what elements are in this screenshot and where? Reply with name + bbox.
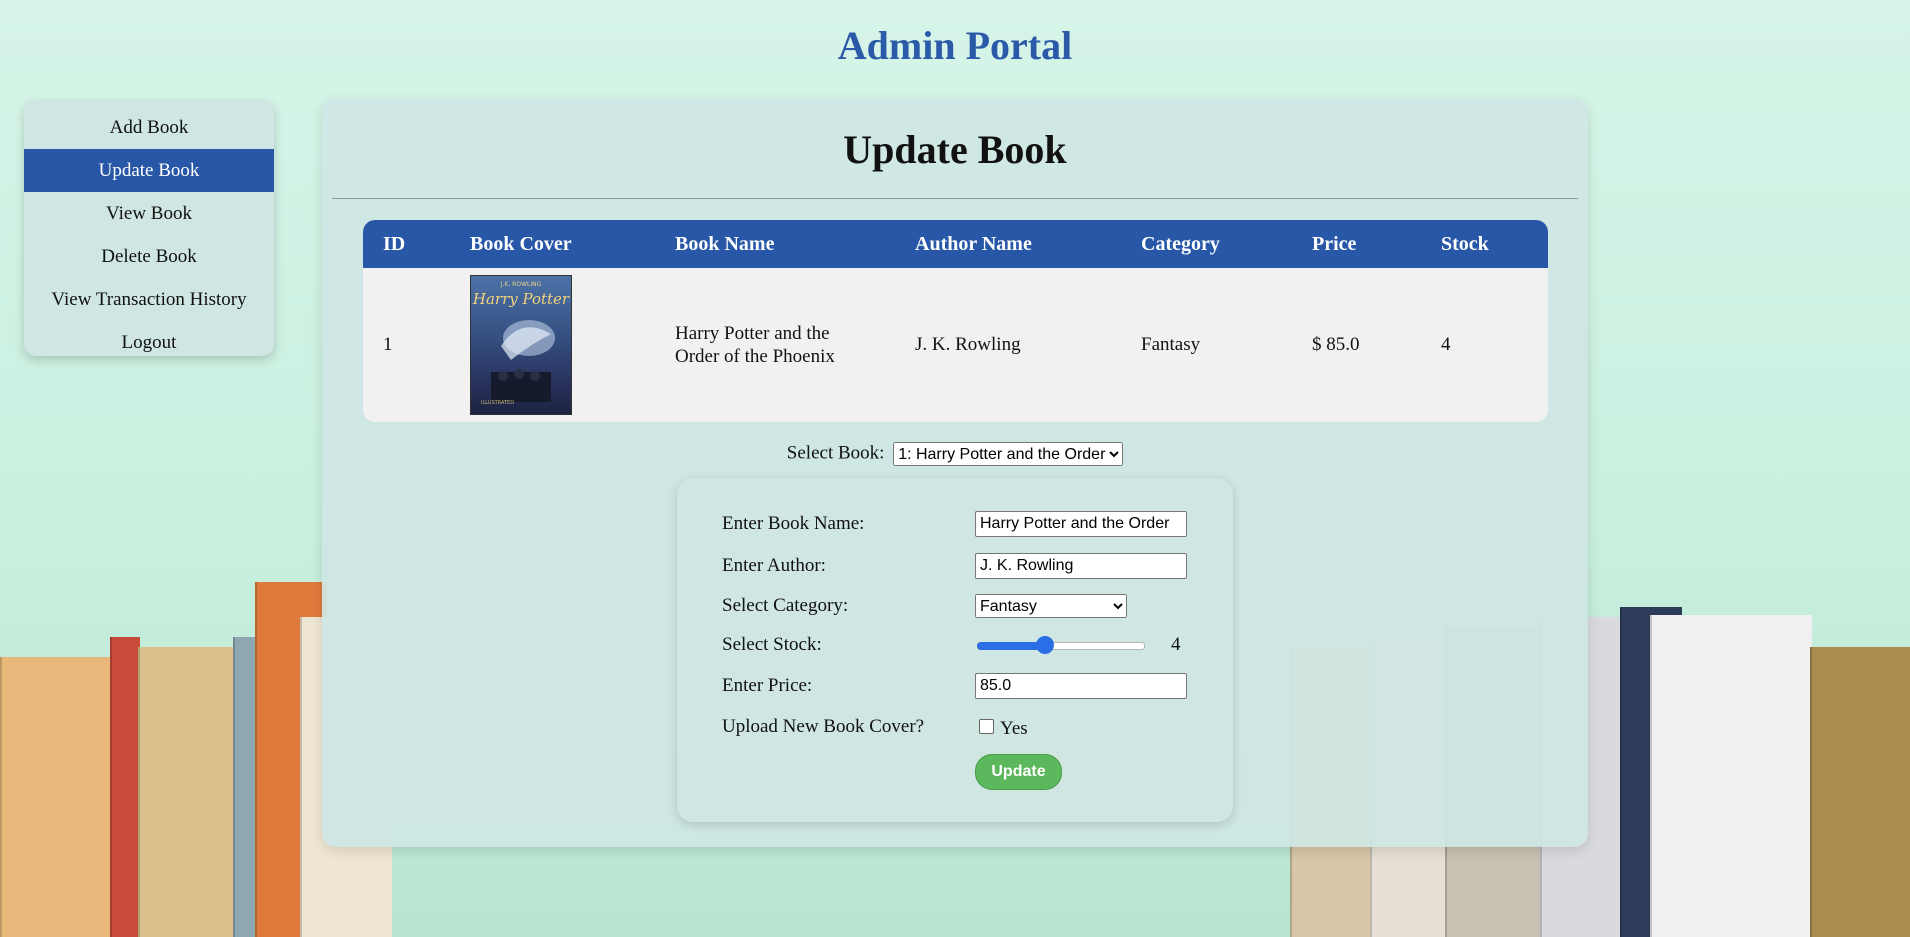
price-field[interactable] bbox=[975, 673, 1187, 699]
main-panel: Update Book ID Book Cover Book Name Auth… bbox=[322, 98, 1588, 847]
book-name-label: Enter Book Name: bbox=[722, 513, 865, 534]
row-category: Fantasy bbox=[1141, 334, 1201, 355]
select-book-row: Select Book: 1: Harry Potter and the Ord… bbox=[322, 442, 1588, 466]
book-name-field[interactable] bbox=[975, 511, 1187, 537]
update-book-form: Enter Book Name: Enter Author: Select Ca… bbox=[677, 478, 1233, 822]
stock-slider-fill bbox=[977, 642, 1046, 650]
category-label: Select Category: bbox=[722, 595, 849, 616]
panel-title: Update Book bbox=[843, 127, 1067, 172]
upload-cover-label: Upload New Book Cover? bbox=[722, 716, 925, 737]
sidebar-item-update-book[interactable]: Update Book bbox=[24, 149, 274, 192]
row-price: $ 85.0 bbox=[1312, 334, 1360, 355]
header-id: ID bbox=[383, 232, 406, 255]
table-row: 1 J.K. ROWLING Harry Potter ILLUSTRATED bbox=[363, 268, 1548, 422]
upload-cover-option-label: Yes bbox=[1000, 718, 1028, 739]
row-book-name: Harry Potter and the Order of the Phoeni… bbox=[675, 323, 835, 367]
select-book-dropdown[interactable]: 1: Harry Potter and the Order bbox=[893, 442, 1124, 466]
sidebar: Add Book Update Book View Book Delete Bo… bbox=[24, 100, 274, 356]
header-book-name: Book Name bbox=[675, 232, 775, 255]
header-author-name: Author Name bbox=[915, 232, 1032, 255]
header-stock: Stock bbox=[1441, 232, 1489, 255]
header-price: Price bbox=[1312, 232, 1357, 255]
sidebar-item-transaction-history[interactable]: View Transaction History bbox=[24, 278, 274, 321]
stock-slider[interactable] bbox=[977, 634, 1145, 654]
sidebar-item-view-book[interactable]: View Book bbox=[24, 192, 274, 235]
sidebar-item-add-book[interactable]: Add Book bbox=[24, 106, 274, 149]
table-header: ID Book Cover Book Name Author Name Cate… bbox=[363, 220, 1548, 268]
row-cover: J.K. ROWLING Harry Potter ILLUSTRATED bbox=[470, 268, 572, 422]
sidebar-item-logout[interactable]: Logout bbox=[24, 321, 274, 364]
stock-slider-thumb[interactable] bbox=[1036, 636, 1055, 654]
svg-text:ILLUSTRATED: ILLUSTRATED bbox=[481, 400, 514, 406]
stock-label: Select Stock: bbox=[722, 634, 822, 655]
category-select[interactable]: Fantasy bbox=[975, 594, 1127, 618]
update-button[interactable]: Update bbox=[975, 754, 1062, 790]
header-book-cover: Book Cover bbox=[470, 232, 572, 255]
page-title: Admin Portal bbox=[837, 23, 1073, 68]
sidebar-item-delete-book[interactable]: Delete Book bbox=[24, 235, 274, 278]
select-book-label: Select Book: bbox=[786, 442, 885, 464]
stock-value: 4 bbox=[1171, 634, 1181, 655]
price-label: Enter Price: bbox=[722, 675, 813, 696]
header-category: Category bbox=[1141, 232, 1220, 255]
books-table: ID Book Cover Book Name Author Name Cate… bbox=[363, 220, 1548, 422]
row-id: 1 bbox=[383, 334, 393, 355]
row-stock: 4 bbox=[1441, 334, 1451, 355]
upload-cover-checkbox[interactable] bbox=[979, 719, 994, 734]
svg-text:J.K. ROWLING: J.K. ROWLING bbox=[500, 281, 542, 288]
row-author: J. K. Rowling bbox=[915, 334, 1021, 355]
author-label: Enter Author: bbox=[722, 555, 826, 576]
divider bbox=[332, 198, 1578, 199]
author-field[interactable] bbox=[975, 553, 1187, 579]
harry-potter-cover-image: J.K. ROWLING Harry Potter ILLUSTRATED bbox=[470, 275, 572, 415]
svg-text:Harry Potter: Harry Potter bbox=[472, 290, 570, 308]
